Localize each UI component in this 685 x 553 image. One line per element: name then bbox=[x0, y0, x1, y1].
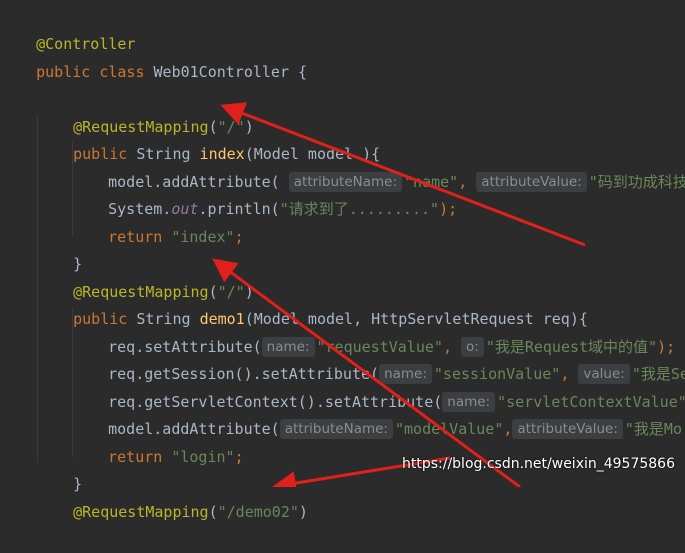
annotation: @RequestMapping bbox=[73, 503, 209, 521]
arrow-annotation bbox=[212, 258, 521, 487]
paren: ( bbox=[208, 503, 218, 521]
paren: ) bbox=[298, 503, 308, 521]
arrow-annotation bbox=[220, 102, 586, 247]
string-literal: "/demo02" bbox=[217, 503, 299, 521]
watermark: https://blog.csdn.net/weixin_49575866 bbox=[401, 456, 675, 472]
annotation-arrows bbox=[212, 102, 586, 487]
